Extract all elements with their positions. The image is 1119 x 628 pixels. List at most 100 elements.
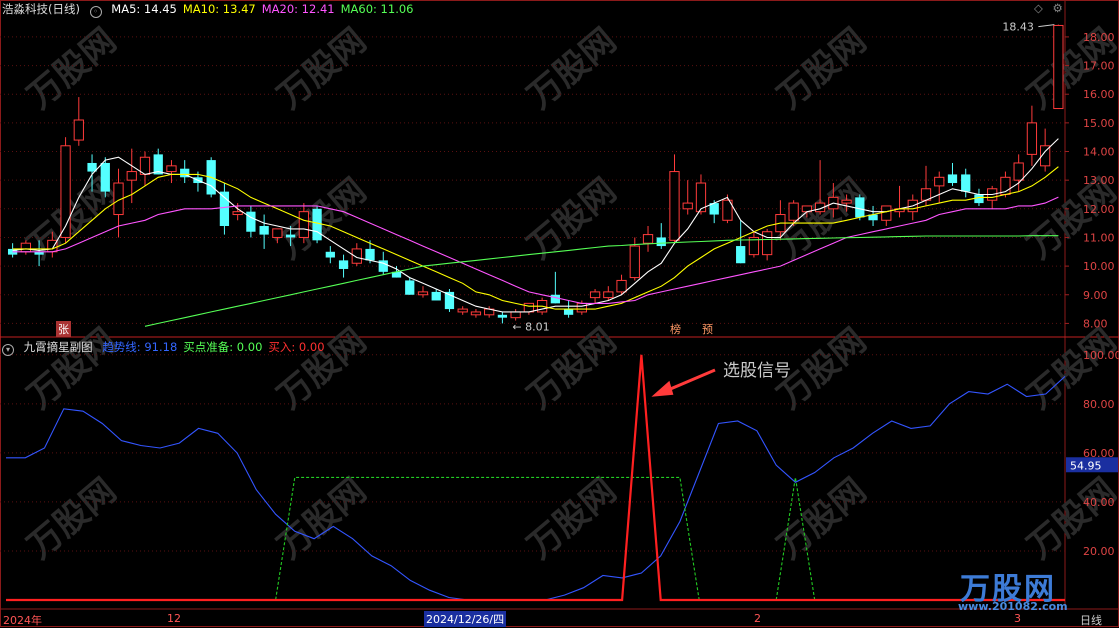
price-tick-label: 14.00	[1083, 146, 1115, 159]
candle-body-down	[947, 174, 958, 184]
candle-body-down	[656, 237, 666, 247]
settings-circle-icon[interactable]: ◦	[89, 6, 102, 18]
low-price-label: ← 8.01	[512, 320, 549, 333]
ma-legend-item-2: MA20: 12.41	[261, 2, 335, 16]
watermark-text: 万股网	[520, 321, 624, 417]
candle-body-down	[550, 294, 560, 304]
forecast-marker[interactable]: 预	[702, 321, 713, 337]
annotation-arrow-head	[651, 380, 674, 397]
sub-legend-item-2: 买入: 0.00	[268, 340, 325, 354]
price-tick-label: 13.00	[1083, 174, 1115, 187]
watermark-text: 万股网	[20, 21, 124, 117]
candle-body-up	[669, 171, 680, 241]
watermark-text: 万股网	[20, 471, 124, 567]
candle-body-up	[762, 231, 773, 256]
watermark-text: 万股网	[270, 471, 374, 567]
candle-body-down	[431, 291, 441, 301]
ma-legend-item-3: MA60: 11.06	[340, 2, 414, 16]
sub-indicator-title[interactable]: 九霄摘星副图	[24, 340, 93, 354]
candle-body-up	[510, 311, 521, 319]
sub-tick-label: 40.00	[1083, 496, 1115, 509]
candle-body-down	[312, 208, 322, 241]
price-tick-label: 11.00	[1083, 231, 1115, 244]
stock-title[interactable]: 浩淼科技(日线)	[2, 2, 80, 16]
diamond-icon[interactable]: ◇	[1034, 1, 1043, 15]
sub-header: ▾ 九霄摘星副图 趋势线: 91.18 买点准备: 0.00 买入: 0.00	[2, 339, 337, 356]
chart-stage: 万股网 万股网 万股网 万股网 万股网 万股网 万股网 万股网 万股网 万股网 万股网 万股网 万股网万…	[0, 0, 1119, 627]
limit-up-marker[interactable]: 张	[56, 321, 71, 337]
ma-legend-item-0: MA5: 14.45	[111, 2, 177, 16]
high-price-label: 18.43	[1002, 21, 1034, 34]
candle-body-up	[47, 239, 58, 253]
ranking-marker[interactable]: 榜	[670, 321, 681, 337]
price-tick-label: 16.00	[1083, 88, 1115, 101]
ma-legend-item-1: MA10: 13.47	[182, 2, 256, 16]
candle-body-up	[642, 234, 654, 244]
candle-body-down	[736, 246, 746, 264]
ma-legend: MA5: 14.45 MA10: 13.47 MA20: 12.41 MA60: 11…	[111, 2, 419, 16]
price-tick-label: 9.00	[1083, 289, 1108, 302]
time-label-mar: 3	[1014, 612, 1021, 625]
candle-body-down	[365, 248, 375, 261]
candle-body-up	[272, 228, 283, 238]
candle-body-up	[603, 291, 614, 299]
time-label-cursor-date: 2024/12/26/四	[424, 611, 507, 627]
price-tick-label: 17.00	[1083, 60, 1115, 73]
candle-body-down	[974, 194, 984, 204]
candle-body-down	[855, 197, 865, 218]
candle-body-up	[1053, 24, 1064, 110]
candle-body-up	[298, 211, 309, 238]
candle-body-up	[616, 279, 627, 293]
candle-body-up	[629, 245, 640, 279]
watermark-text: 万股网	[770, 471, 874, 567]
watermark-text: 万股网	[270, 21, 374, 117]
candle-body-down	[259, 226, 269, 235]
candle-body-up	[60, 145, 71, 238]
time-label-feb: 2	[754, 612, 761, 625]
candle-body-down	[497, 314, 508, 318]
collapse-circle-icon[interactable]: ▾	[2, 344, 14, 356]
high-pointer	[1038, 24, 1055, 28]
sub-tick-label: 100.00	[1083, 349, 1119, 362]
candle-body-up	[470, 311, 482, 316]
candle-body-up	[881, 205, 892, 221]
candle-body-up	[682, 202, 693, 210]
candle-body-up	[232, 211, 243, 216]
candle-body-up	[1013, 162, 1024, 181]
candle-body-down	[338, 260, 349, 269]
candle-body-down	[563, 309, 574, 315]
window-controls: ◇ ⚙	[1034, 1, 1069, 15]
candle-body-up	[576, 302, 587, 313]
sub-legend: 趋势线: 91.18 买点准备: 0.00 买入: 0.00	[102, 340, 330, 354]
candle-body-up	[1026, 122, 1038, 155]
price-tick-label: 18.00	[1083, 31, 1115, 44]
chart-canvas: 万股网 万股网 万股网 万股网 万股网万股网 万股网 万股网 万股网 万股网万股网 万股网 万股网万…	[0, 0, 1119, 627]
price-tick-label: 15.00	[1083, 117, 1115, 130]
candle-body-up	[457, 308, 468, 313]
candle-body-down	[100, 162, 110, 192]
sub-legend-item-0: 趋势线: 91.18	[102, 340, 178, 354]
period-label[interactable]: 日线	[1080, 612, 1102, 628]
signal-annotation-text: 选股信号	[723, 361, 791, 381]
price-tick-label: 12.00	[1083, 203, 1115, 216]
candle-body-down	[961, 174, 971, 192]
sub-tick-label: 80.00	[1083, 398, 1115, 411]
price-tick-label: 8.00	[1083, 317, 1108, 330]
watermark-text: 万股网	[770, 21, 874, 117]
candle-body-up	[166, 165, 177, 173]
candle-body-up	[934, 176, 945, 187]
candle-body-up	[589, 291, 601, 299]
candle-body-down	[405, 280, 415, 295]
watermark-text: 万股网	[520, 171, 624, 267]
main-header: 浩淼科技(日线) ◦ MA5: 14.45 MA10: 13.47 MA20: 12…	[2, 1, 425, 18]
sub-tick-label: 20.00	[1083, 545, 1115, 558]
settings-gear-icon[interactable]: ⚙	[1053, 1, 1063, 15]
candle-body-up	[73, 119, 84, 141]
current-value-label: 54.95	[1070, 459, 1102, 472]
candle-body-down	[285, 234, 296, 238]
candle-body-down	[325, 251, 335, 258]
time-label-year: 2024年	[3, 614, 42, 627]
price-tick-label: 10.00	[1083, 260, 1115, 273]
time-label-dec: 12	[167, 612, 181, 625]
watermark-text: 万股网	[520, 21, 624, 117]
